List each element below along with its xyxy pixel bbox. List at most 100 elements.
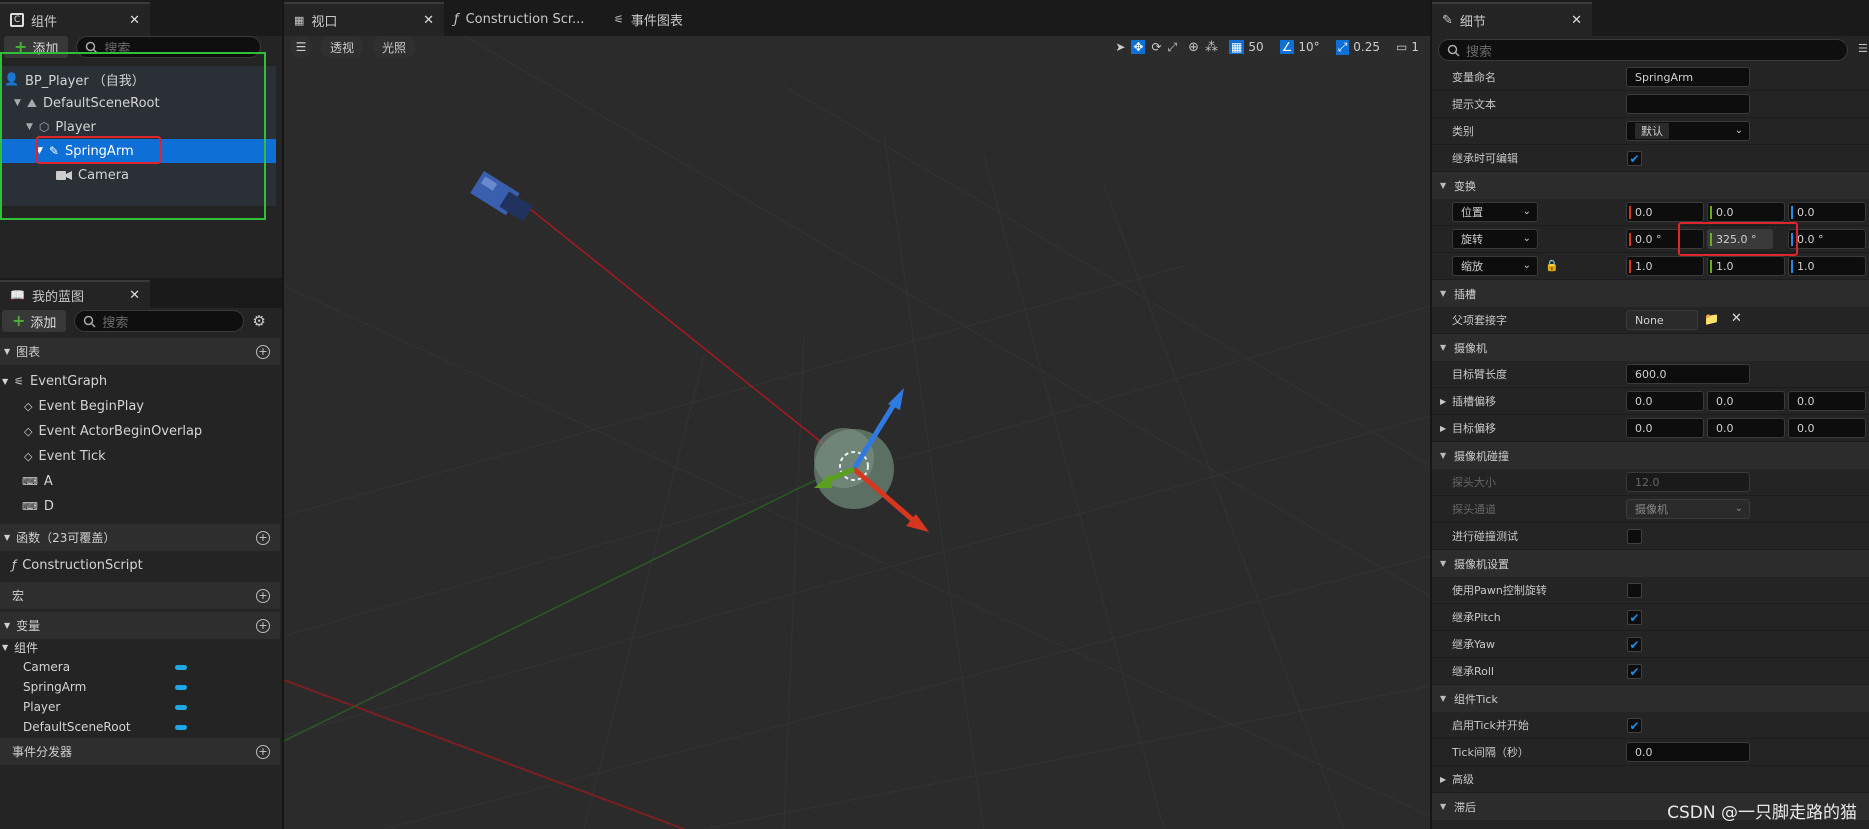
tab-components[interactable]: C 组件 ✕ [0,2,150,36]
scale-icon[interactable]: ⤢ [1168,40,1178,55]
expand-arrow-icon[interactable]: ▶ [1440,424,1446,433]
editable-checkbox[interactable]: ✔ [1627,151,1642,166]
category-dropdown[interactable]: 默认 ⌄ [1626,121,1750,141]
grid-snap-toggle[interactable]: ▦ 50 [1224,36,1269,58]
section-camera-settings[interactable]: ▼ 摄像机设置 [1432,550,1869,577]
transform-tools: ➤ ✥ ⟳ ⤢ [1110,36,1183,58]
perspective-button[interactable]: 透视 [320,36,365,58]
close-icon[interactable]: ✕ [1561,13,1582,28]
lighting-button[interactable]: 光照 [372,36,417,58]
inherit-yaw-checkbox[interactable]: ✔ [1627,637,1642,652]
scale-z-field[interactable]: 1.0 [1788,256,1866,276]
variable-springarm[interactable]: SpringArm [23,676,86,698]
clear-icon[interactable]: ✕ [1731,311,1742,326]
parent-socket-field[interactable]: None [1626,310,1698,330]
tooltip-field[interactable] [1626,94,1750,114]
world-local-icon[interactable]: ⊕ [1188,40,1199,55]
tick-interval-field[interactable]: 0.0 [1626,742,1750,762]
list-item-event-tick[interactable]: ◇ Event Tick [24,445,106,467]
row-inherit-pitch: 继承Pitch [1432,604,1869,631]
start-tick-checkbox[interactable]: ✔ [1627,718,1642,733]
target-arm-length-field[interactable]: 600.0 [1626,364,1750,384]
list-item-event-actorbeginoverlap[interactable]: ◇ Event ActorBeginOverlap [24,420,202,442]
rotation-dropdown[interactable]: 旋转 ⌄ [1452,229,1538,249]
add-function-icon[interactable]: + [256,530,270,545]
section-camera-collision[interactable]: ▼ 摄像机碰撞 [1432,442,1869,469]
scale-x-field[interactable]: 1.0 [1626,256,1704,276]
blueprint-search-input[interactable]: 搜索 [74,310,245,332]
lock-icon[interactable]: 🔒 [1545,259,1559,272]
viewport-menu-button[interactable]: ☰ [290,36,312,58]
translate-icon[interactable]: ✥ [1131,40,1146,54]
section-functions[interactable]: ▼ 函数（23可覆盖） + [0,524,280,551]
location-y-field[interactable]: 0.0 [1707,202,1785,222]
scale-snap-toggle[interactable]: ⤢ 0.25 [1330,36,1386,58]
browse-folder-icon[interactable]: 📁 [1704,312,1719,326]
inherit-pitch-checkbox[interactable]: ✔ [1627,610,1642,625]
section-sockets[interactable]: ▼ 插槽 [1432,280,1869,307]
details-search-input[interactable]: 搜索 [1438,39,1848,61]
scale-dropdown[interactable]: 缩放 ⌄ [1452,256,1538,276]
section-camera[interactable]: ▼ 摄像机 [1432,334,1869,361]
section-label: 宏 [12,589,25,603]
tab-my-blueprint[interactable]: 📖 我的蓝图 ✕ [0,280,150,308]
perspective-label: 透视 [330,40,355,55]
tab-construction-script[interactable]: ƒ Construction Scr... [444,2,604,36]
section-variables[interactable]: ▼ 变量 + [0,612,280,639]
target-offset-x-field[interactable]: 0.0 [1626,418,1704,438]
variable-player[interactable]: Player [23,696,60,718]
chevron-down-icon: ⌄ [1522,233,1531,244]
event-icon: ◇ [24,399,33,413]
section-graphs[interactable]: ▼ 图表 + [0,338,280,365]
section-component-tick[interactable]: ▼ 组件Tick [1432,685,1869,712]
expand-arrow-icon[interactable]: ▶ [1440,397,1446,406]
target-offset-z-field[interactable]: 0.0 [1788,418,1866,438]
variable-type-pill [175,665,187,670]
close-icon[interactable]: ✕ [119,288,140,303]
use-pawn-checkbox[interactable] [1627,583,1642,598]
rotate-icon[interactable]: ⟳ [1151,40,1161,54]
viewport[interactable]: ☰ 透视 光照 ➤ ✥ ⟳ ⤢ ⊕ ⁂ ▦ 50 ∠ 10° ⤢ 0.25 ▭ 1 [284,36,1430,829]
add-variable-icon[interactable]: + [256,618,270,633]
section-macros[interactable]: 宏 + [0,582,280,609]
variable-defaultsceneroot[interactable]: DefaultSceneRoot [23,716,131,738]
close-icon[interactable]: ✕ [413,13,434,28]
location-x-field[interactable]: 0.0 [1626,202,1704,222]
tab-event-graph[interactable]: ⚟ 事件图表 [604,2,724,36]
section-transform[interactable]: ▼ 变换 [1432,172,1869,199]
list-item-event-beginplay[interactable]: ◇ Event BeginPlay [24,395,144,417]
camera-speed-button[interactable]: ▭ 1 [1391,36,1424,58]
select-icon[interactable]: ➤ [1115,40,1125,54]
rotation-z-field[interactable]: 0.0 ° [1788,229,1866,249]
view-options-icon[interactable]: ☰ [1858,42,1868,55]
close-icon[interactable]: ✕ [119,13,140,28]
surface-snap-icon[interactable]: ⁂ [1205,40,1218,55]
add-macro-icon[interactable]: + [256,588,270,603]
location-dropdown[interactable]: 位置 ⌄ [1452,202,1538,222]
settings-gear-icon[interactable]: ⚙ [252,312,265,330]
do-collision-checkbox[interactable] [1627,529,1642,544]
tab-viewport[interactable]: ▦ 视口 ✕ [284,2,444,36]
list-item-eventgraph[interactable]: ▼ ⚟ EventGraph [2,370,107,392]
scale-y-field[interactable]: 1.0 [1707,256,1785,276]
variable-group-components[interactable]: ▼ 组件 [2,636,38,658]
add-graph-icon[interactable]: + [256,344,270,359]
location-z-field[interactable]: 0.0 [1788,202,1866,222]
row-advanced[interactable]: ▶ 高级 [1432,766,1869,793]
rotation-snap-toggle[interactable]: ∠ 10° [1274,36,1325,58]
list-item-construction-script[interactable]: ƒ ConstructionScript [12,554,143,576]
add-dispatcher-icon[interactable]: + [256,744,270,759]
add-member-button[interactable]: + 添加 [2,310,67,332]
target-offset-y-field[interactable]: 0.0 [1707,418,1785,438]
list-item-key-a[interactable]: ⌨ A [22,470,53,492]
socket-offset-y-field[interactable]: 0.0 [1707,391,1785,411]
field-value: 缩放 [1461,260,1483,273]
section-event-dispatchers[interactable]: 事件分发器 + [0,738,280,765]
list-item-key-d[interactable]: ⌨ D [22,495,54,517]
inherit-roll-checkbox[interactable]: ✔ [1627,664,1642,679]
field-value: 0.0 [1797,205,1815,219]
socket-offset-x-field[interactable]: 0.0 [1626,391,1704,411]
tab-details[interactable]: ✎ 细节 ✕ [1432,2,1592,36]
socket-offset-z-field[interactable]: 0.0 [1788,391,1866,411]
variable-name-field[interactable]: SpringArm [1626,67,1750,87]
